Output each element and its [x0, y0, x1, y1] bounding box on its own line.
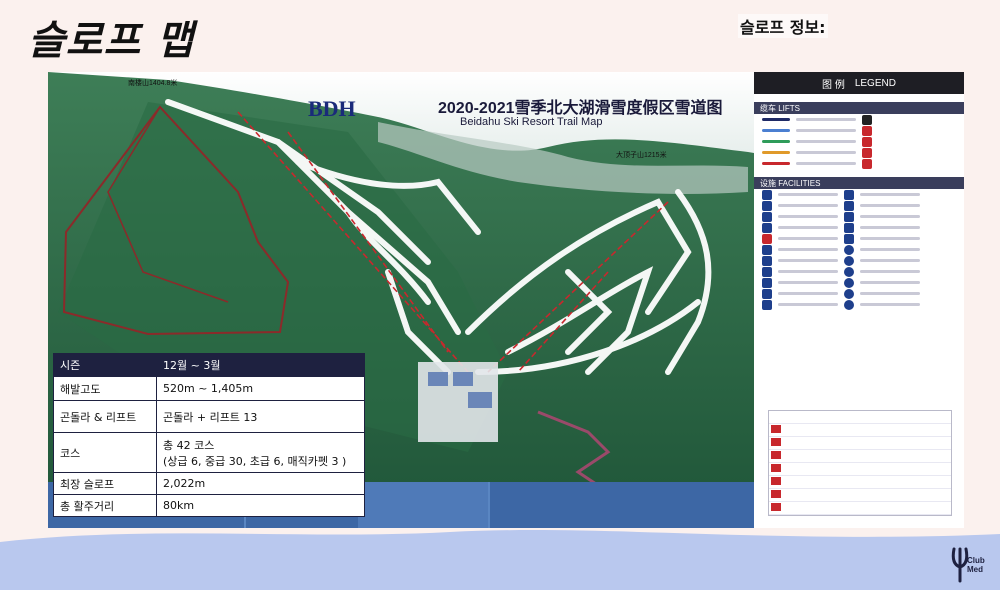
- row-value-detail: (상급 6, 중급 30, 초급 6, 매직카펫 3 ): [163, 454, 347, 468]
- peak-label-left: 南楼山1404.8米: [128, 80, 178, 87]
- legend-facilities-heading: 设施 FACILITIES: [754, 177, 964, 189]
- legend-title-cn: 图 例: [822, 79, 845, 91]
- row-value: 520m ~ 1,405m: [156, 376, 365, 401]
- table-row: 해발고도 520m ~ 1,405m: [53, 376, 365, 401]
- table-row: 곤돌라 & 리프트 곤돌라 + 리프트 13: [53, 400, 365, 433]
- header-value: 12월 ~ 3월: [156, 353, 365, 377]
- row-label: 최장 슬로프: [53, 472, 157, 495]
- row-value: 곤돌라 + 리프트 13: [156, 400, 365, 433]
- brand-line2: Med: [967, 565, 983, 574]
- map-legend: 图 例 LEGEND 缆车 LIFTS 设施 FACILITIES: [754, 72, 964, 528]
- table-row: 총 활주거리 80km: [53, 494, 365, 517]
- table-row: 코스 총 42 코스 (상급 6, 중급 30, 초급 6, 매직카펫 3 ): [53, 432, 365, 473]
- legend-trail-table: [768, 410, 952, 516]
- row-label: 해발고도: [53, 376, 157, 401]
- row-label: 코스: [53, 432, 157, 473]
- map-title-cn: 2020-2021雪季北大湖滑雪度假区雪道图: [438, 100, 723, 117]
- section-heading: 슬로프 정보:: [738, 14, 828, 38]
- row-value: 80km: [156, 494, 365, 517]
- club-med-wordmark: Club Med: [967, 556, 985, 574]
- table-header-row: 시즌 12월 ~ 3월: [53, 353, 365, 377]
- row-label: 총 활주거리: [53, 494, 157, 517]
- resort-info-table: 시즌 12월 ~ 3월 해발고도 520m ~ 1,405m 곤돌라 & 리프트…: [53, 353, 365, 517]
- row-label: 곤돌라 & 리프트: [53, 400, 157, 433]
- legend-lifts-heading: 缆车 LIFTS: [754, 102, 964, 114]
- brand-line1: Club: [967, 556, 985, 565]
- peak-label-right: 大顶子山1215米: [616, 152, 667, 159]
- bottom-wave-decoration: [0, 530, 1000, 590]
- header-label: 시즌: [53, 353, 157, 377]
- page-title: 슬로프 맵: [28, 18, 195, 64]
- legend-title-en: LEGEND: [854, 77, 896, 89]
- map-title-en: Beidahu Ski Resort Trail Map: [460, 116, 603, 128]
- table-row: 최장 슬로프 2,022m: [53, 472, 365, 495]
- legend-title-bar: 图 例 LEGEND: [754, 72, 964, 94]
- bdh-logo: BDH: [308, 96, 356, 121]
- row-value: 2,022m: [156, 472, 365, 495]
- row-value: 총 42 코스: [163, 438, 215, 452]
- row-value-group: 총 42 코스 (상급 6, 중급 30, 초급 6, 매직카펫 3 ): [156, 432, 365, 473]
